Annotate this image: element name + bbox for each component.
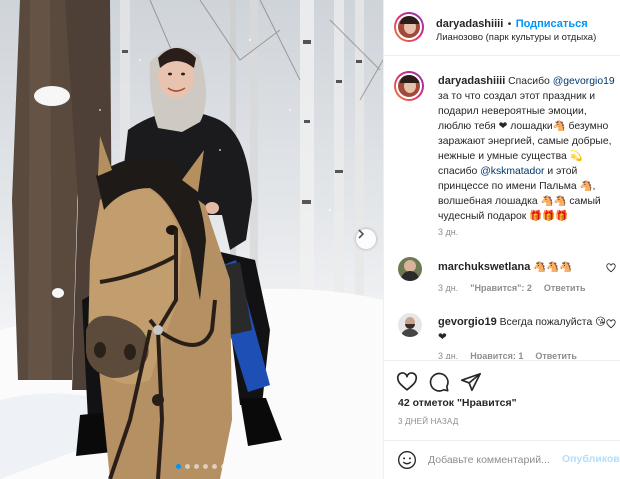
post-location[interactable]: Лианозово (парк культуры и отдыха) [436,32,596,43]
comment-input[interactable] [428,451,556,469]
post-header: daryadashiiii • Подписаться Лианозово (п… [384,0,620,56]
comment-bubble-icon[interactable] [428,371,450,393]
caption-mention-kskmatador[interactable]: @kskmatador [480,166,544,177]
caption-text-2: за то что создал этот праздник и подарил… [438,91,612,177]
add-comment-bar: Опубликовать [384,440,620,479]
comment-time[interactable]: 3 дн. [438,283,458,293]
comment-row: gevorgio19 Всегда пожалуйста 😘 ❤ [438,315,614,345]
carousel-dots [176,464,226,469]
post-caption: daryadashiiii Спасибо @gevorgio19 за то … [438,74,616,224]
post-photo[interactable] [0,0,383,479]
carousel-dot [221,464,226,469]
share-paper-plane-icon[interactable] [460,371,482,393]
comments-list[interactable]: daryadashiiii Спасибо @gevorgio19 за то … [384,57,620,359]
comment-like-heart-icon[interactable] [606,319,616,329]
post-actions: 42 отметок "Нравится" 3 ДНЕЙ НАЗАД [384,360,620,440]
avatar-image [396,73,422,99]
post-date[interactable]: 3 ДНЕЙ НАЗАД [398,417,458,426]
comment-reply-button[interactable]: Ответить [535,351,577,359]
comment-username[interactable]: marchukswetlana [438,261,530,273]
caption-avatar[interactable] [394,71,424,101]
caption-mention-gevorgio19[interactable]: @gevorgio19 [553,76,615,87]
emoji-smile-icon[interactable] [397,450,417,470]
comment-avatar[interactable] [398,257,422,281]
comment-like-heart-icon[interactable] [606,263,616,273]
publish-button[interactable]: Опубликовать [562,453,620,465]
comment-meta: 3 дн. "Нравится": 2 Ответить [438,283,585,293]
comment-time[interactable]: 3 дн. [438,351,458,359]
comment-username[interactable]: gevorgio19 [438,316,497,328]
carousel-dot [203,464,208,469]
likes-count[interactable]: 42 отметок "Нравится" [398,397,517,409]
comment-text: 🐴🐴🐴 [533,262,573,273]
like-heart-icon[interactable] [396,371,418,393]
post-author-username[interactable]: daryadashiiii [436,18,503,30]
comment-reply-button[interactable]: Ответить [544,283,586,293]
carousel-dot [194,464,199,469]
carousel-dot [176,464,181,469]
comment-row: marchukswetlana 🐴🐴🐴 [438,260,572,273]
comment-avatar[interactable] [398,313,422,337]
carousel-dot [212,464,217,469]
carousel-dot [185,464,190,469]
follow-separator: • [507,19,512,30]
photo-scene [0,0,383,479]
caption-username[interactable]: daryadashiiii [438,75,505,87]
chevron-right-icon [358,229,365,239]
comment-meta: 3 дн. Нравится: 1 Ответить [438,351,577,359]
caption-meta: 3 дн. [438,227,458,237]
post-side-panel: daryadashiiii • Подписаться Лианозово (п… [383,0,620,479]
caption-time[interactable]: 3 дн. [438,227,458,237]
carousel-next-button[interactable] [356,229,376,249]
avatar[interactable] [394,12,424,42]
avatar-image [396,14,422,40]
comment-likes[interactable]: Нравится: 1 [470,351,523,359]
comment-likes[interactable]: "Нравится": 2 [470,283,532,293]
follow-button[interactable]: Подписаться [516,18,588,30]
caption-text-1: Спасибо [508,76,553,87]
